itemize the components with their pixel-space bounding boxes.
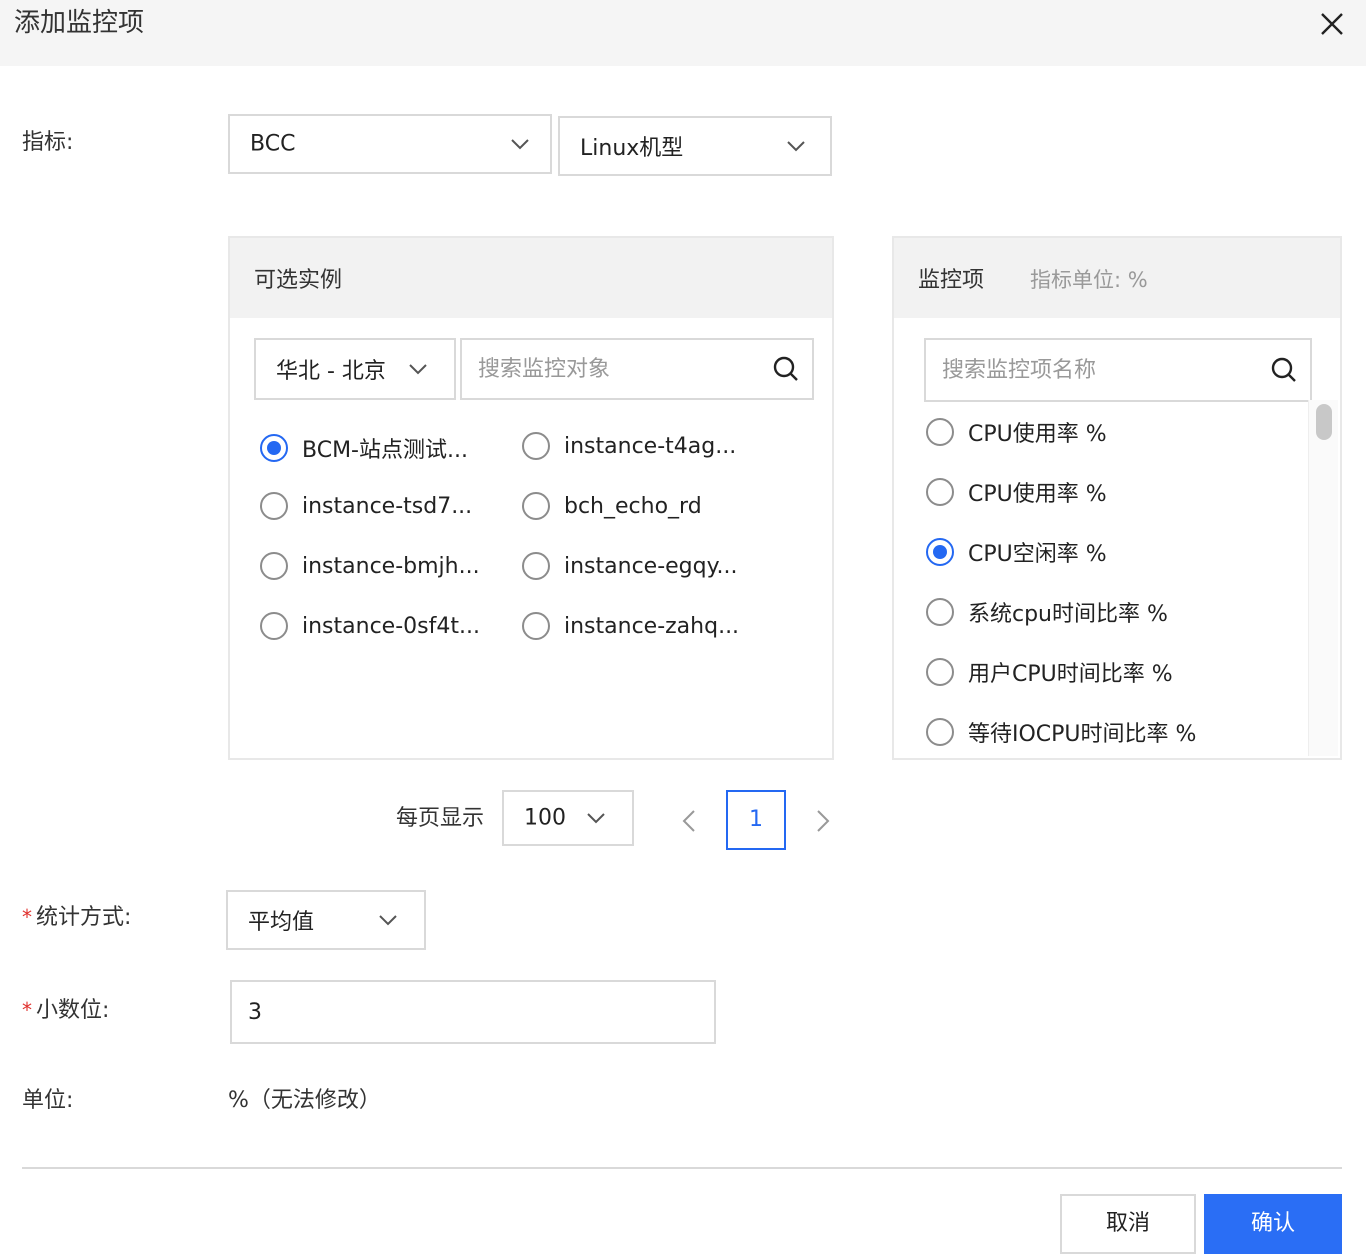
region-select-value: 华北 - 北京 <box>276 359 386 384</box>
service-select-value: BCC <box>250 131 296 157</box>
instance-option-label: BCM-站点测试... <box>302 438 468 463</box>
radio[interactable] <box>926 718 954 746</box>
region-select[interactable]: 华北 - 北京 <box>254 338 456 400</box>
unit-label: 单位: <box>22 1088 74 1113</box>
prev-page-button[interactable] <box>680 808 698 838</box>
instance-option-label: instance-zahq... <box>564 613 740 639</box>
confirm-button[interactable]: 确认 <box>1204 1194 1342 1254</box>
chevron-right-icon <box>817 810 830 832</box>
stat-method-select[interactable]: 平均值 <box>226 890 426 950</box>
dialog-header: 添加监控项 <box>0 0 1366 66</box>
service-select[interactable]: BCC <box>228 114 552 174</box>
metrics-panel-header: 监控项 指标单位: % <box>894 238 1340 318</box>
radio[interactable] <box>522 492 550 520</box>
radio-selected[interactable] <box>260 434 288 462</box>
radio[interactable] <box>926 658 954 686</box>
close-icon[interactable] <box>1316 8 1348 40</box>
instance-option[interactable]: BCM-站点测试... <box>260 432 468 464</box>
stat-method-label-text: 统计方式: <box>36 905 132 930</box>
instance-option[interactable]: bch_echo_rd <box>522 492 702 520</box>
radio[interactable] <box>926 478 954 506</box>
instance-option-label: instance-tsd7... <box>302 493 473 519</box>
chevron-down-icon <box>787 141 805 152</box>
metric-option[interactable]: CPU使用率 % <box>926 416 1107 448</box>
dialog-title: 添加监控项 <box>14 8 145 38</box>
radio[interactable] <box>926 598 954 626</box>
instance-option[interactable]: instance-egqy... <box>522 552 737 580</box>
metric-option[interactable]: 等待IOCPU时间比率 % <box>926 716 1196 748</box>
instances-panel-header: 可选实例 <box>230 238 832 318</box>
instance-option-label: instance-t4ag... <box>564 433 737 459</box>
radio[interactable] <box>522 552 550 580</box>
chevron-down-icon <box>511 139 529 150</box>
radio[interactable] <box>926 418 954 446</box>
metric-option-label: 系统cpu时间比率 % <box>968 602 1168 627</box>
instance-option-label: instance-egqy... <box>564 553 738 579</box>
metric-option-label: 等待IOCPU时间比率 % <box>968 722 1197 747</box>
instance-option[interactable]: instance-zahq... <box>522 612 739 640</box>
next-page-button[interactable] <box>814 808 832 838</box>
decimal-field[interactable] <box>230 980 716 1044</box>
metric-option[interactable]: CPU空闲率 % <box>926 536 1107 568</box>
per-page-value: 100 <box>524 805 566 831</box>
metric-option[interactable]: 用户CPU时间比率 % <box>926 656 1173 688</box>
chevron-down-icon <box>379 915 397 926</box>
instance-search[interactable] <box>460 338 814 400</box>
instance-option[interactable]: instance-bmjh... <box>260 552 480 580</box>
decimal-label: * 小数位: <box>22 995 109 1026</box>
type-select[interactable]: Linux机型 <box>558 116 832 176</box>
radio[interactable] <box>260 492 288 520</box>
footer-divider <box>22 1167 1342 1169</box>
metric-option-label: CPU使用率 % <box>968 422 1107 447</box>
metrics-scrollbar-thumb[interactable] <box>1316 404 1332 440</box>
stat-method-label: * 统计方式: <box>22 902 131 933</box>
metric-option-label: CPU空闲率 % <box>968 542 1107 567</box>
metric-label: 指标: <box>22 130 74 155</box>
decimal-input[interactable] <box>232 982 714 1042</box>
required-mark: * <box>22 905 32 929</box>
instance-option-label: instance-0sf4t... <box>302 613 480 639</box>
instance-option-label: bch_echo_rd <box>564 493 702 519</box>
cancel-button[interactable]: 取消 <box>1060 1194 1196 1254</box>
instance-option[interactable]: instance-t4ag... <box>522 432 736 460</box>
instance-option[interactable]: instance-tsd7... <box>260 492 472 520</box>
radio[interactable] <box>260 612 288 640</box>
search-icon[interactable] <box>1270 356 1298 384</box>
metrics-panel-title: 监控项 <box>918 268 985 293</box>
chevron-down-icon <box>587 813 605 824</box>
metric-option-label: 用户CPU时间比率 % <box>968 662 1173 687</box>
instance-option-label: instance-bmjh... <box>302 553 480 579</box>
metrics-scrollbar[interactable] <box>1308 400 1338 756</box>
stat-method-value: 平均值 <box>248 910 315 935</box>
page-number-button[interactable]: 1 <box>726 790 786 850</box>
metric-option-label: CPU使用率 % <box>968 482 1107 507</box>
metric-option[interactable]: 系统cpu时间比率 % <box>926 596 1168 628</box>
per-page-select[interactable]: 100 <box>502 790 634 846</box>
metric-search[interactable] <box>924 338 1312 402</box>
radio[interactable] <box>522 432 550 460</box>
radio-selected[interactable] <box>926 538 954 566</box>
radio[interactable] <box>522 612 550 640</box>
metric-option[interactable]: CPU使用率 % <box>926 476 1107 508</box>
chevron-down-icon <box>409 364 427 375</box>
search-icon[interactable] <box>772 355 800 383</box>
metric-search-input[interactable] <box>926 340 1310 400</box>
radio[interactable] <box>260 552 288 580</box>
instance-search-input[interactable] <box>462 340 812 398</box>
decimal-label-text: 小数位: <box>36 998 110 1023</box>
metrics-unit-hint: 指标单位: % <box>1030 268 1148 292</box>
instance-option[interactable]: instance-0sf4t... <box>260 612 480 640</box>
unit-value: %（无法修改） <box>228 1088 381 1113</box>
chevron-left-icon <box>682 810 695 832</box>
per-page-label: 每页显示 <box>396 806 485 831</box>
type-select-value: Linux机型 <box>580 136 684 161</box>
instances-panel-title: 可选实例 <box>254 268 343 293</box>
required-mark: * <box>22 998 32 1022</box>
